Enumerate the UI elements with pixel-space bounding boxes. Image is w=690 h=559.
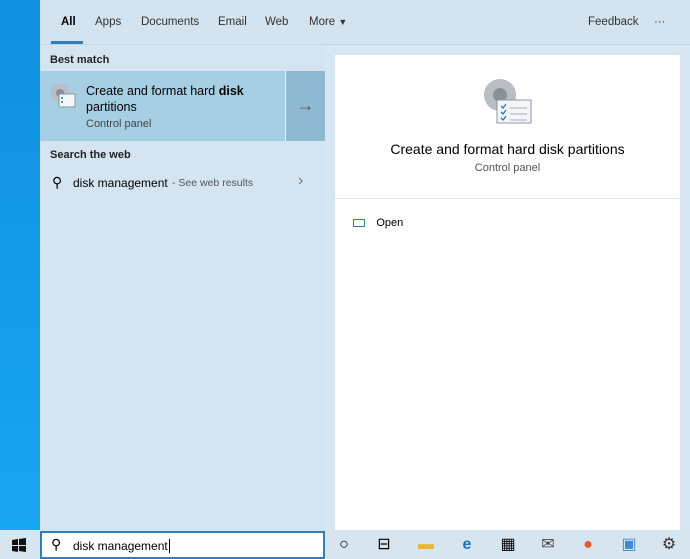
feedback-link[interactable]: Feedback [588,16,639,28]
tab-apps[interactable]: Apps [95,16,121,28]
tab-email[interactable]: Email [218,16,247,28]
cortana-icon[interactable]: ○ [333,535,355,555]
preview-pane: Create and format hard disk partitions C… [335,55,680,530]
web-suffix: - See web results [172,177,254,189]
edge-icon[interactable]: e [456,535,478,555]
web-query: disk management [73,176,168,190]
search-web-header: Search the web [50,149,131,161]
title-match: disk [218,84,244,98]
filter-tabs: All Apps Documents Email Web More ▼ Feed… [40,0,690,45]
control-panel-icon [51,84,76,108]
search-icon: ⚲ [52,174,63,190]
divider [335,198,680,199]
firefox-icon[interactable]: ● [577,535,599,555]
web-result-item[interactable]: ⚲ disk management - See web results › [40,170,325,196]
store-icon[interactable]: ▦ [497,535,519,555]
search-icon: ⚲ [51,536,62,552]
more-options-icon[interactable]: ··· [654,16,666,28]
best-match-item[interactable]: Create and format hard disk partitions Co… [40,71,285,141]
tab-documents[interactable]: Documents [141,16,199,28]
preview-title: Create and format hard disk partitions [390,141,625,157]
title-text: Create and format hard [86,84,219,98]
mail-icon[interactable]: ✉ [537,535,559,555]
search-box[interactable]: ⚲ disk management [40,531,325,559]
tab-more-label: More [309,16,336,28]
search-input[interactable]: disk management [73,539,170,553]
tab-more[interactable]: More ▼ [309,16,347,28]
tab-web[interactable]: Web [265,16,288,28]
active-tab-indicator [51,41,83,44]
tab-all[interactable]: All [61,16,76,28]
file-explorer-icon[interactable]: ▬ [415,535,437,555]
best-match-header: Best match [50,54,110,66]
preview-subtitle: Control panel [474,162,541,174]
app-icon[interactable]: ▣ [618,535,640,555]
open-preview-arrow-icon[interactable]: → [285,71,325,141]
search-panel: All Apps Documents Email Web More ▼ Feed… [40,0,690,530]
windows-start-icon[interactable] [12,538,26,552]
desktop [0,0,40,530]
caret-down-icon: ▼ [338,17,348,27]
settings-gear-icon[interactable]: ⚙ [658,535,680,555]
title-line2: partitions [86,100,137,114]
open-icon [353,218,365,227]
chevron-right-icon: › [298,172,304,189]
best-match-title: Create and format hard disk partitions [86,83,244,115]
control-panel-large-icon [484,79,532,124]
open-label: Open [376,216,404,229]
task-view-icon[interactable]: ⊟ [373,535,395,555]
open-action[interactable]: Open [353,215,403,231]
best-match-subtitle: Control panel [86,118,152,130]
